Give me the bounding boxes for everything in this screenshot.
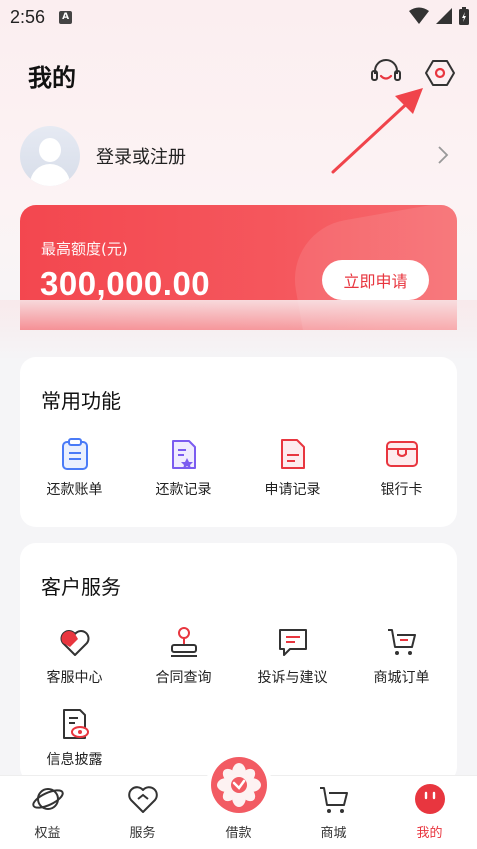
face-icon (415, 784, 445, 814)
quota-amount: 300,000.00 (40, 265, 211, 302)
notification-icon: A (59, 10, 73, 24)
page-title: 我的 (28, 64, 76, 92)
function-repay-record[interactable]: 还款记录 (129, 437, 238, 499)
tab-mall[interactable]: 商城 (286, 776, 381, 849)
wifi-icon (409, 7, 429, 24)
tab-mine[interactable]: 我的 (382, 776, 477, 849)
cart-icon (320, 787, 348, 813)
customer-service-panel: 客户服务 客服中心 合同查询 投诉与建议 商城订单 信息披露 (20, 543, 457, 783)
service-label: 信息披露 (46, 752, 103, 768)
function-label: 还款记录 (155, 482, 212, 498)
customer-service-title: 客户服务 (41, 575, 121, 599)
function-repay-bill[interactable]: 还款账单 (20, 437, 129, 499)
heart-hand-icon (60, 630, 89, 656)
status-icons (409, 7, 469, 25)
tab-label: 商城 (320, 826, 347, 841)
loan-center-button[interactable] (211, 757, 267, 813)
quota-label: 最高额度(元) (41, 240, 128, 258)
function-label: 还款账单 (46, 482, 103, 498)
service-center[interactable]: 客服中心 (20, 625, 129, 687)
apply-record-icon (280, 439, 305, 469)
flower-icon (217, 763, 261, 807)
card-fade (0, 300, 477, 360)
function-bank-card[interactable]: 银行卡 (347, 437, 456, 499)
contract-query[interactable]: 合同查询 (129, 625, 238, 687)
function-label: 申请记录 (264, 482, 321, 498)
message-icon (278, 629, 307, 656)
service-label: 商城订单 (373, 670, 430, 686)
avatar (20, 126, 80, 186)
login-register-link[interactable]: 登录或注册 (96, 143, 186, 169)
cart-icon (387, 629, 416, 655)
chevron-right-icon (438, 146, 449, 164)
status-bar: 2:56 A (0, 0, 477, 34)
function-label: 银行卡 (380, 482, 423, 498)
complaint-suggestion[interactable]: 投诉与建议 (238, 625, 347, 687)
signal-icon (436, 8, 452, 24)
tab-services[interactable]: 服务 (95, 776, 190, 849)
battery-icon (459, 7, 469, 25)
repay-record-icon (171, 440, 196, 469)
common-functions-panel: 常用功能 还款账单 还款记录 申请记录 银行卡 (20, 357, 457, 527)
tab-benefits[interactable]: 权益 (0, 776, 95, 849)
profile-row[interactable]: 登录或注册 (20, 125, 457, 187)
stamp-icon (170, 627, 197, 657)
service-label: 投诉与建议 (257, 670, 328, 686)
bank-card-icon (385, 441, 418, 467)
function-apply-record[interactable]: 申请记录 (238, 437, 347, 499)
bill-icon (61, 438, 88, 470)
tab-label: 我的 (416, 826, 443, 841)
tab-label: 权益 (34, 826, 61, 841)
service-label: 客服中心 (46, 670, 103, 686)
common-functions-title: 常用功能 (41, 389, 121, 413)
heart-icon (128, 786, 158, 813)
tab-label: 借款 (225, 826, 252, 841)
apply-now-button[interactable]: 立即申请 (322, 260, 429, 300)
status-time: 2:56 (10, 6, 46, 27)
doc-eye-icon (62, 709, 89, 739)
info-disclosure[interactable]: 信息披露 (20, 707, 129, 769)
mall-orders[interactable]: 商城订单 (347, 625, 456, 687)
service-label: 合同查询 (155, 670, 212, 686)
tab-label: 服务 (129, 826, 156, 841)
planet-icon (32, 788, 64, 810)
